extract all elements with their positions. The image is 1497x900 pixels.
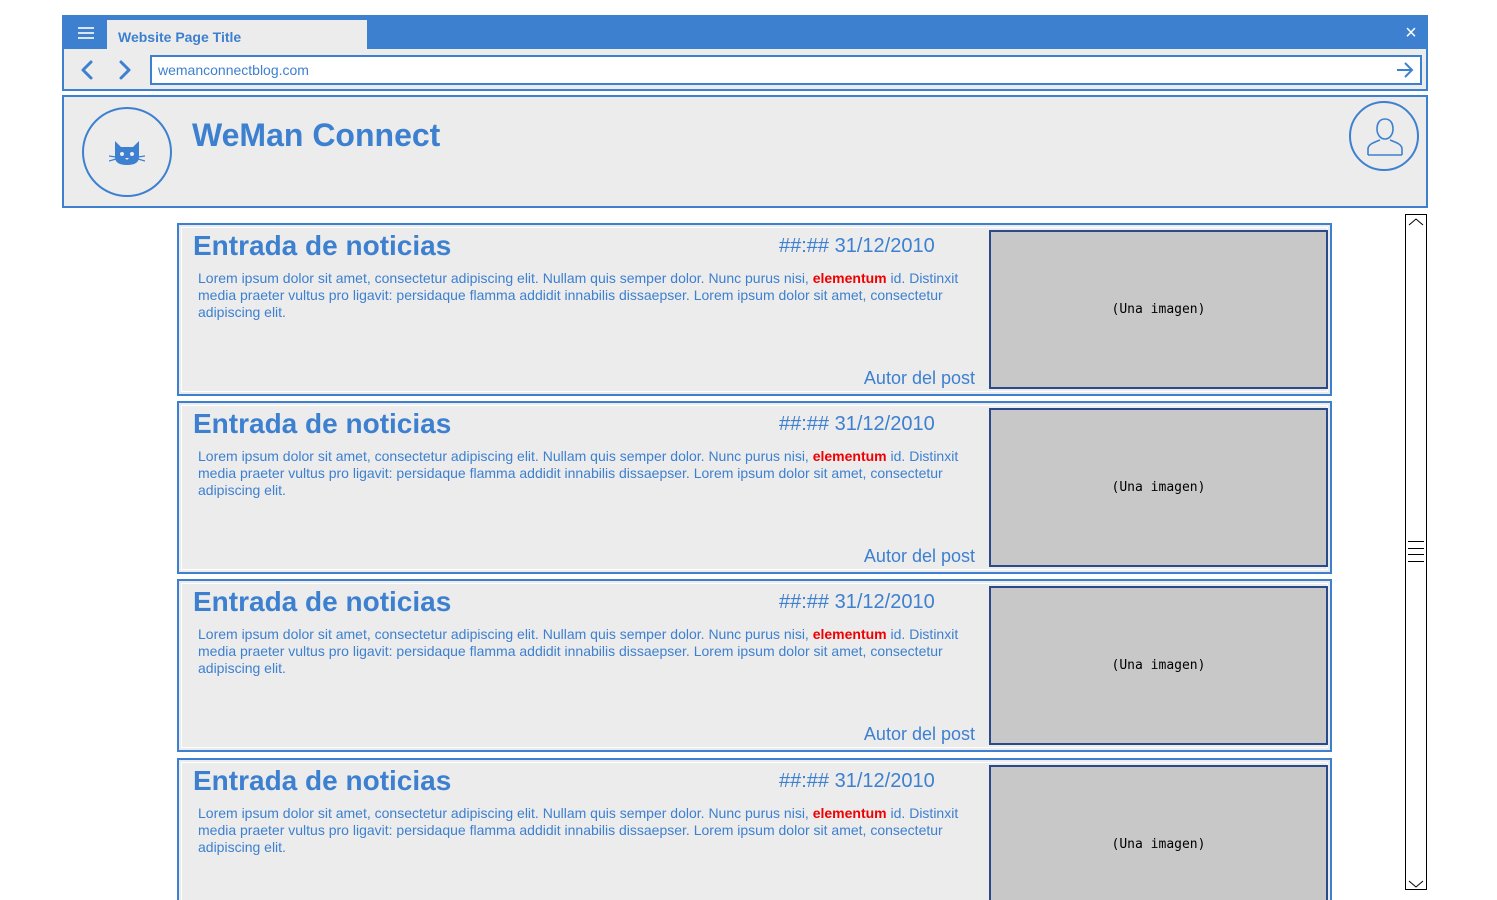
post-image: (Una imagen)	[989, 765, 1328, 900]
post-datetime: ##:## 31/12/2010	[779, 591, 935, 613]
post-body: Lorem ipsum dolor sit amet, consectetur …	[198, 270, 968, 321]
scrollbar-thumb[interactable]	[1408, 541, 1424, 565]
menu-icon[interactable]	[72, 24, 100, 42]
post-image: (Una imagen)	[989, 230, 1328, 389]
post-body-highlight: elementum	[812, 448, 887, 464]
site-logo[interactable]	[82, 107, 172, 197]
browser-window: Website Page Title ×	[62, 15, 1428, 91]
news-post: Entrada de noticias ##:## 31/12/2010 Lor…	[177, 758, 1332, 900]
post-body-text: Lorem ipsum dolor sit amet, consectetur …	[198, 626, 813, 642]
post-title[interactable]: Entrada de noticias	[193, 408, 451, 440]
user-icon	[1367, 118, 1403, 156]
news-feed: Entrada de noticias ##:## 31/12/2010 Lor…	[177, 223, 1332, 900]
post-datetime: ##:## 31/12/2010	[779, 770, 935, 792]
post-body: Lorem ipsum dolor sit amet, consectetur …	[198, 626, 968, 677]
post-body-text: Lorem ipsum dolor sit amet, consectetur …	[198, 448, 813, 464]
site-header: WeMan Connect	[62, 95, 1428, 208]
post-body-highlight: elementum	[812, 805, 887, 821]
user-avatar[interactable]	[1349, 101, 1419, 171]
navigation-bar	[64, 49, 1426, 89]
arrow-right-icon[interactable]	[1394, 59, 1416, 81]
post-image: (Una imagen)	[989, 408, 1328, 567]
post-body: Lorem ipsum dolor sit amet, consectetur …	[198, 805, 968, 856]
chevron-down-icon[interactable]	[1406, 877, 1426, 889]
address-bar	[150, 55, 1422, 85]
post-image: (Una imagen)	[989, 586, 1328, 745]
chevron-up-icon[interactable]	[1406, 215, 1426, 227]
url-input[interactable]	[158, 60, 1378, 80]
cat-icon	[109, 141, 145, 165]
close-icon[interactable]: ×	[1400, 22, 1422, 44]
post-title[interactable]: Entrada de noticias	[193, 230, 451, 262]
post-datetime: ##:## 31/12/2010	[779, 413, 935, 435]
post-body-text: Lorem ipsum dolor sit amet, consectetur …	[198, 805, 813, 821]
news-post: Entrada de noticias ##:## 31/12/2010 Lor…	[177, 579, 1332, 752]
post-author[interactable]: Autor del post	[864, 546, 975, 567]
post-body: Lorem ipsum dolor sit amet, consectetur …	[198, 448, 968, 499]
post-author[interactable]: Autor del post	[864, 368, 975, 389]
news-post: Entrada de noticias ##:## 31/12/2010 Lor…	[177, 223, 1332, 396]
site-title: WeMan Connect	[192, 117, 441, 153]
chevron-left-icon[interactable]	[76, 58, 100, 82]
post-datetime: ##:## 31/12/2010	[779, 235, 935, 257]
post-body-text: Lorem ipsum dolor sit amet, consectetur …	[198, 270, 813, 286]
chevron-right-icon[interactable]	[112, 58, 136, 82]
post-body-highlight: elementum	[812, 270, 887, 286]
post-title[interactable]: Entrada de noticias	[193, 765, 451, 797]
post-title[interactable]: Entrada de noticias	[193, 586, 451, 618]
vertical-scrollbar[interactable]	[1405, 214, 1427, 890]
post-author[interactable]: Autor del post	[864, 724, 975, 745]
post-body-highlight: elementum	[812, 626, 887, 642]
title-bar: Website Page Title ×	[64, 17, 1426, 49]
browser-tab[interactable]: Website Page Title	[107, 20, 367, 49]
news-post: Entrada de noticias ##:## 31/12/2010 Lor…	[177, 401, 1332, 574]
